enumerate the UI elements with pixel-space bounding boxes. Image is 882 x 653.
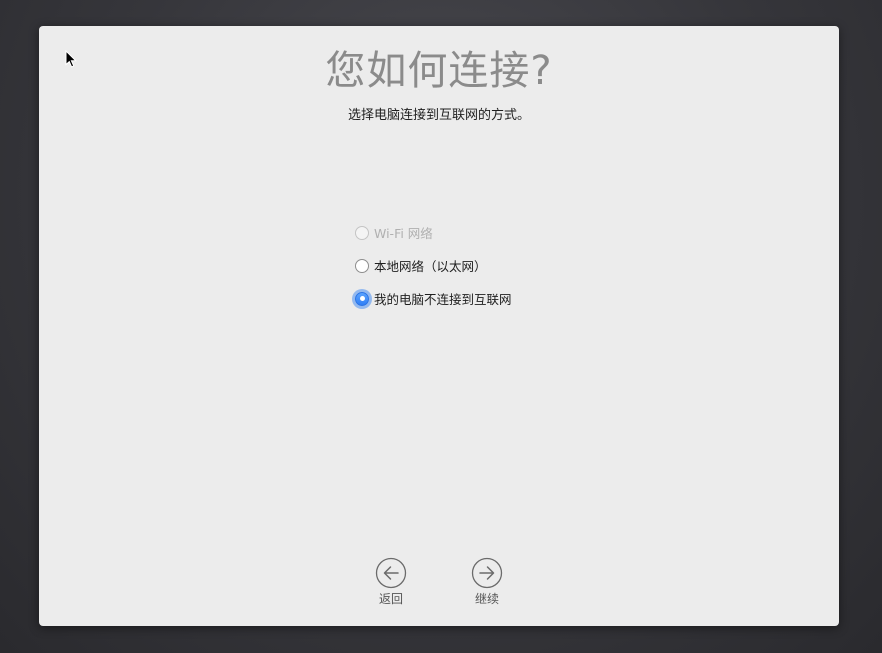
option-wifi[interactable]: Wi-Fi 网络 (355, 216, 615, 249)
ethernet-radio[interactable] (355, 258, 369, 273)
ethernet-label: 本地网络（以太网） (374, 259, 487, 274)
page-title: 您如何连接? (325, 48, 553, 94)
continue-label: 继续 (474, 592, 499, 606)
no-internet-label: 我的电脑不连接到互联网 (374, 292, 512, 307)
connection-options: Wi-Fi 网络 本地网络（以太网） 我的电脑不连接到互联网 (355, 216, 615, 315)
mouse-pointer-icon (65, 50, 77, 68)
no-internet-radio[interactable] (355, 291, 369, 306)
arrow-left-circle-icon (375, 557, 407, 589)
radio-dot (359, 296, 365, 301)
back-label: 返回 (378, 592, 403, 606)
option-ethernet[interactable]: 本地网络（以太网） (355, 249, 615, 282)
arrow-right-circle-icon (471, 557, 503, 589)
wifi-radio[interactable] (355, 225, 369, 240)
option-no-internet[interactable]: 我的电脑不连接到互联网 (355, 282, 615, 315)
setup-window: 您如何连接? 选择电脑连接到互联网的方式。 Wi-Fi 网络 本地网络（以太网）… (39, 26, 839, 626)
continue-button[interactable]: 继续 (457, 557, 517, 607)
page-subtitle: 选择电脑连接到互联网的方式。 (347, 108, 530, 123)
wifi-label: Wi-Fi 网络 (374, 226, 433, 241)
back-button[interactable]: 返回 (361, 557, 421, 607)
